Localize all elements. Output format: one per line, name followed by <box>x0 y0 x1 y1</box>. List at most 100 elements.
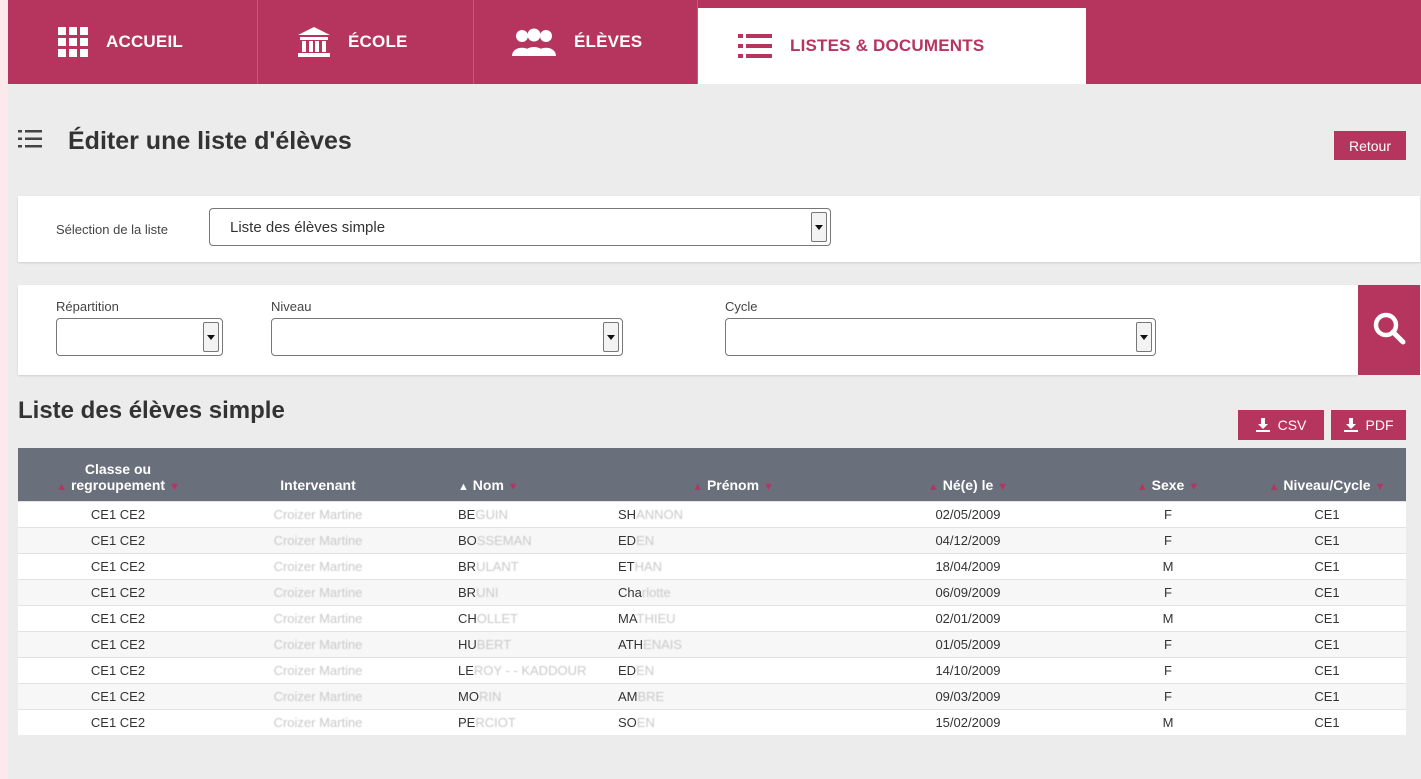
cell-nom-blurred: BERT <box>476 636 512 652</box>
repartition-dropdown[interactable] <box>56 318 223 356</box>
cell-prenom: EDEN <box>618 656 848 683</box>
cell-sexe: M <box>1088 708 1248 735</box>
table-row[interactable]: CE1 CE2 Croizer Martine BRULANT ETHAN 18… <box>18 552 1406 579</box>
sort-asc-icon[interactable]: ▲ <box>1269 481 1280 493</box>
download-icon <box>1255 418 1270 432</box>
download-csv-button[interactable]: CSV <box>1238 410 1324 440</box>
cell-prenom: EDEN <box>618 526 848 553</box>
table-row[interactable]: CE1 CE2 Croizer Martine BEGUIN SHANNON 0… <box>18 500 1406 527</box>
sort-asc-icon[interactable]: ▲ <box>458 481 469 493</box>
table-header-row: Classe ou ▲ regroupement ▼ Intervenant ▲… <box>18 448 1406 501</box>
back-button[interactable]: Retour <box>1334 131 1406 160</box>
table-row[interactable]: CE1 CE2 Croizer Martine BRUNI Charlotte … <box>18 578 1406 605</box>
column-header-nom-label: Nom <box>472 476 504 493</box>
chevron-down-icon <box>1136 322 1152 352</box>
sort-asc-icon[interactable]: ▲ <box>1137 481 1148 493</box>
column-header-intervenant: Intervenant <box>218 448 418 501</box>
cell-nom: BOSSEMAN <box>418 526 618 553</box>
cell-prenom-visible: ET <box>618 558 635 574</box>
sort-desc-icon[interactable]: ▼ <box>169 481 180 493</box>
cell-nom-blurred: UNI <box>476 584 499 600</box>
table-row[interactable]: CE1 CE2 Croizer Martine LEROY - - KADDOU… <box>18 656 1406 683</box>
list-selection-dropdown[interactable]: Liste des élèves simple <box>209 208 831 246</box>
column-header-prenom[interactable]: ▲ Prénom ▼ <box>618 448 848 501</box>
cell-prenom-visible: SH <box>618 506 637 522</box>
table-row[interactable]: CE1 CE2 Croizer Martine CHOLLET MATHIEU … <box>18 604 1406 631</box>
list-icon <box>18 130 42 153</box>
sort-desc-icon[interactable]: ▼ <box>997 481 1008 493</box>
cell-prenom-blurred: ENAIS <box>643 636 683 652</box>
cell-date: 01/05/2009 <box>848 630 1088 657</box>
cell-nom: CHOLLET <box>418 604 618 631</box>
chevron-down-icon <box>203 322 219 352</box>
cell-prenom-blurred: EN <box>636 662 655 678</box>
list-selection-value: Liste des élèves simple <box>230 218 386 236</box>
nav-label-accueil: ACCUEIL <box>106 32 183 51</box>
cell-prenom-visible: SO <box>618 714 637 730</box>
cycle-dropdown[interactable] <box>725 318 1156 356</box>
cell-nom: PERCIOT <box>418 708 618 735</box>
nav-item-accueil[interactable]: ACCUEIL <box>8 0 258 84</box>
cell-sexe: M <box>1088 604 1248 631</box>
sort-asc-icon[interactable]: ▲ <box>692 481 703 493</box>
cell-sexe: F <box>1088 682 1248 709</box>
cell-classe: CE1 CE2 <box>18 578 218 605</box>
niveau-dropdown[interactable] <box>271 318 623 356</box>
sort-asc-icon[interactable]: ▲ <box>56 481 67 493</box>
cell-prenom: ETHAN <box>618 552 848 579</box>
cell-date: 06/09/2009 <box>848 578 1088 605</box>
cell-nom-visible: PE <box>458 714 476 730</box>
table-row[interactable]: CE1 CE2 Croizer Martine PERCIOT SOEN 15/… <box>18 708 1406 735</box>
sort-desc-icon[interactable]: ▼ <box>508 481 519 493</box>
chevron-down-icon <box>603 322 619 352</box>
column-header-classe[interactable]: Classe ou ▲ regroupement ▼ <box>18 448 218 501</box>
nav-label-eleves: ÉLÈVES <box>574 32 643 51</box>
cell-nom: HUBERT <box>418 630 618 657</box>
cell-prenom-visible: ED <box>618 532 637 548</box>
cell-prenom-blurred: ANNON <box>636 506 684 522</box>
nav-label-ecole: ÉCOLE <box>348 32 408 51</box>
chevron-down-icon <box>811 212 827 242</box>
cell-sexe: F <box>1088 656 1248 683</box>
school-building-icon <box>298 27 330 57</box>
sort-asc-icon[interactable]: ▲ <box>928 481 939 493</box>
download-pdf-button[interactable]: PDF <box>1331 410 1406 440</box>
sort-desc-icon[interactable]: ▼ <box>1188 481 1199 493</box>
nav-item-ecole[interactable]: ÉCOLE <box>258 0 474 84</box>
cell-prenom: SOEN <box>618 708 848 735</box>
cell-nom-blurred: ROY - - KADDOUR <box>473 662 587 678</box>
sort-desc-icon[interactable]: ▼ <box>763 481 774 493</box>
sort-desc-icon[interactable]: ▼ <box>1374 481 1385 493</box>
table-row[interactable]: CE1 CE2 Croizer Martine BOSSEMAN EDEN 04… <box>18 526 1406 553</box>
cell-nom-visible: BO <box>458 532 477 548</box>
table-row[interactable]: CE1 CE2 Croizer Martine HUBERT ATHENAIS … <box>18 630 1406 657</box>
students-icon <box>512 28 556 56</box>
cell-prenom: SHANNON <box>618 500 848 527</box>
nav-item-eleves[interactable]: ÉLÈVES <box>474 0 698 84</box>
cell-intervenant: Croizer Martine <box>218 682 418 709</box>
column-header-ne-le[interactable]: ▲ Né(e) le ▼ <box>848 448 1088 501</box>
csv-label: CSV <box>1277 417 1307 433</box>
cell-prenom: ATHENAIS <box>618 630 848 657</box>
download-icon <box>1343 418 1358 432</box>
cell-prenom: MATHIEU <box>618 604 848 631</box>
list-selection-label: Sélection de la liste <box>56 222 169 237</box>
cell-prenom-blurred: BRE <box>637 688 665 704</box>
cell-prenom-visible: Cha <box>618 584 642 600</box>
cell-nom: BRUNI <box>418 578 618 605</box>
cell-prenom: Charlotte <box>618 578 848 605</box>
page-title: Éditer une liste d'élèves <box>68 127 352 155</box>
cell-classe: CE1 CE2 <box>18 656 218 683</box>
nav-item-listes-documents[interactable]: LISTES & DOCUMENTS <box>698 0 1086 84</box>
cell-nom-visible: BR <box>458 584 477 600</box>
column-header-sexe[interactable]: ▲ Sexe ▼ <box>1088 448 1248 501</box>
column-header-niveau-label: Niveau/Cycle <box>1283 476 1371 493</box>
table-row[interactable]: CE1 CE2 Croizer Martine MORIN AMBRE 09/0… <box>18 682 1406 709</box>
cell-niveau: CE1 <box>1248 656 1406 683</box>
column-header-niveau[interactable]: ▲ Niveau/Cycle ▼ <box>1248 448 1406 501</box>
search-button[interactable] <box>1358 285 1420 375</box>
cell-sexe: F <box>1088 630 1248 657</box>
cell-prenom-visible: AM <box>618 688 638 704</box>
column-header-nom[interactable]: ▲ Nom ▼ <box>418 448 618 501</box>
cell-nom-blurred: GUIN <box>475 506 508 522</box>
